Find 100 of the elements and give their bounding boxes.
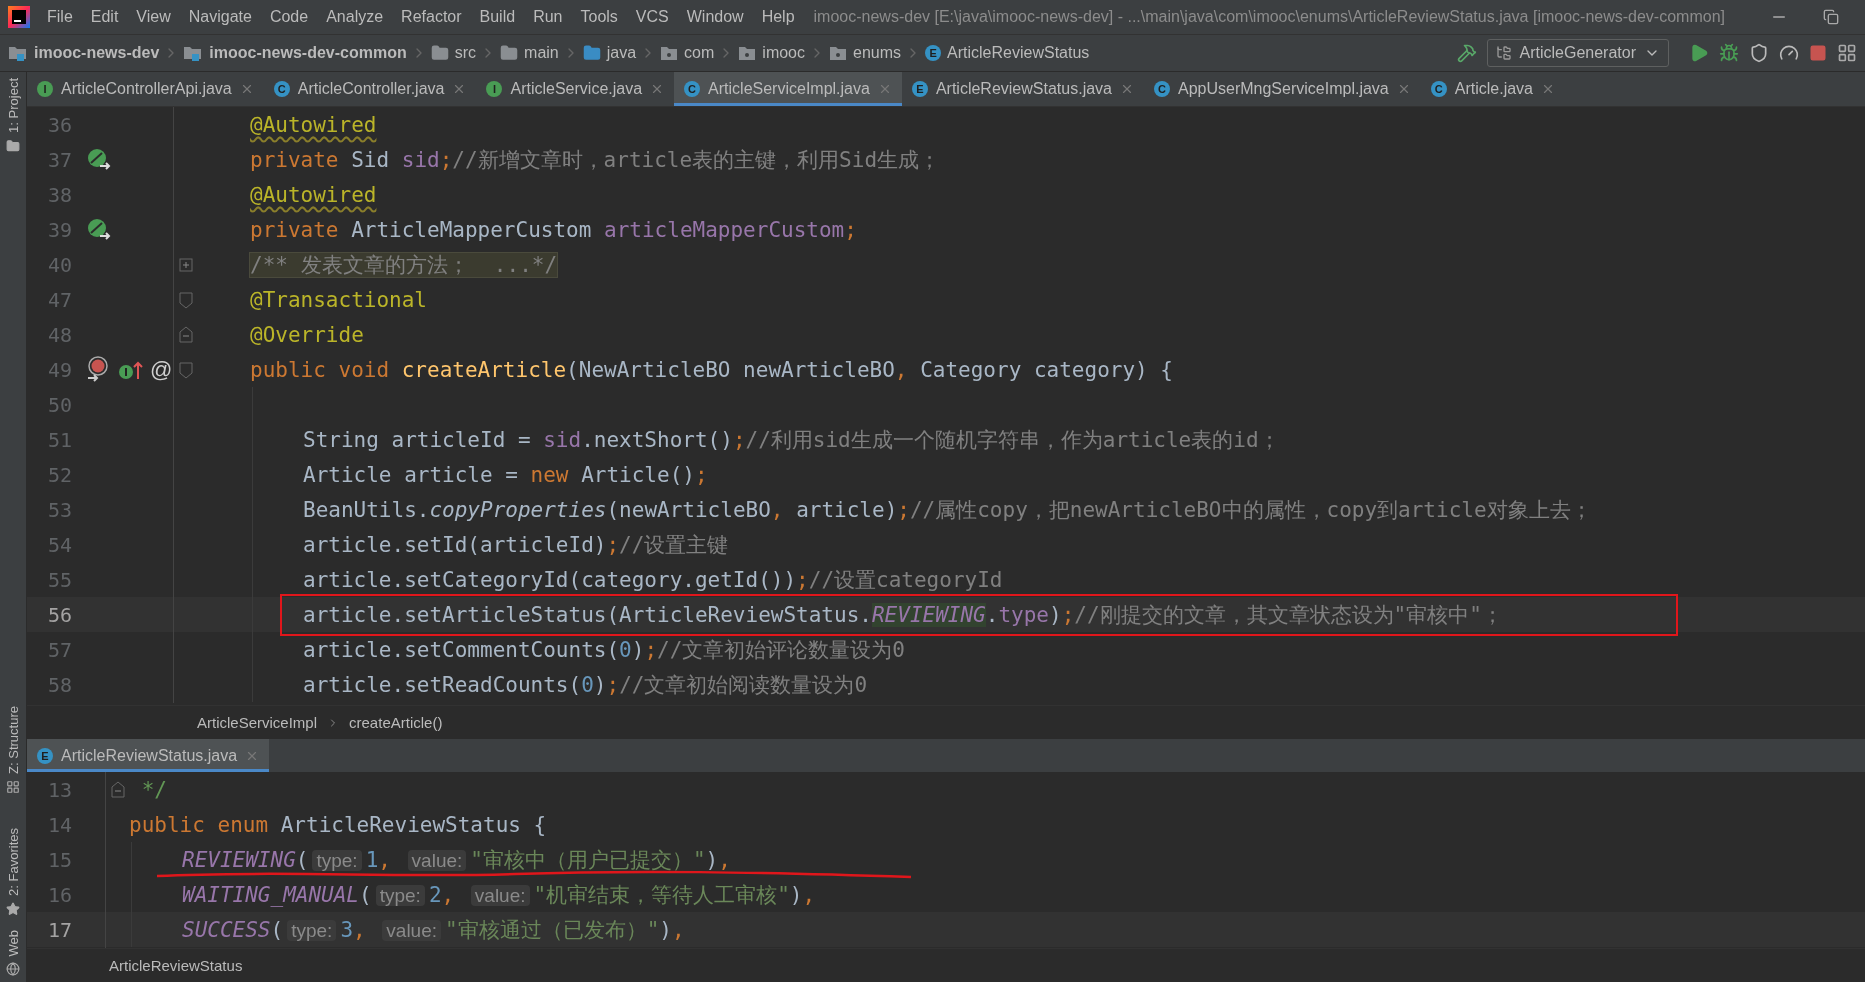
line-number: 53 [46,497,72,522]
line-number: 36 [46,112,72,137]
menu-item[interactable]: Help [752,4,804,30]
file-type-badge: I [37,81,53,97]
source-folder-icon [582,44,601,62]
code-line: public void createArticle(NewArticleBO newArticleBO, Category category) { [250,357,1173,382]
fold-marker-icon[interactable] [177,290,194,309]
code-line: @Transactional [250,287,427,312]
line-number: 37 [46,147,72,172]
menu-item[interactable]: Navigate [179,4,261,30]
fold-marker-icon[interactable] [109,780,126,799]
shield-icon[interactable] [1749,43,1769,63]
code-line: */ [140,777,167,802]
annotation-symbol[interactable]: @ [150,356,173,383]
package-icon [829,45,847,61]
code-line: article.setArticleStatus(ArticleReviewStatus.REVIEWING.type);//刚提交的文章，其文章状态设为"审核中"； [303,601,1503,629]
line-number: 16 [46,882,72,907]
path-crumb[interactable]: com [660,44,715,62]
menu-item[interactable]: Tools [571,4,627,30]
tool-window-button[interactable]: 2: Favorites [5,827,21,916]
run-config-label: ArticleGenerator [1519,44,1636,62]
debug-icon[interactable] [1719,43,1739,63]
structure-icon [6,779,20,794]
fold-marker-icon[interactable] [177,255,194,274]
fold-marker-icon[interactable] [177,360,194,379]
path-crumb[interactable]: java [582,44,637,62]
path-crumb[interactable]: src [430,44,477,62]
bean-icon[interactable] [86,217,112,242]
package-icon [738,45,757,61]
menu-item[interactable]: Window [677,4,753,30]
editor-tab[interactable]: C ArticleController.java [263,72,477,106]
close-icon[interactable] [1120,82,1134,96]
run-icon[interactable] [1689,43,1709,63]
line-number: 49 [46,357,72,382]
file-type-badge: C [684,81,701,97]
package-icon [660,45,679,61]
menu-item[interactable]: Build [470,4,525,30]
code-line: article.setCommentCounts(0);//文章初始评论数量设为0 [303,636,905,664]
code-line: String articleId = sid.nextShort();//利用sid生成一个随机字符串，作为article表的id； [303,426,1280,454]
editor-tab[interactable]: C AppUserMngServiceImpl.java [1144,72,1421,106]
gauge-icon[interactable] [1779,43,1799,63]
path-crumb-label[interactable]: com [684,44,715,62]
line-number: 15 [46,847,72,872]
breadcrumb-item[interactable]: ArticleReviewStatus [109,957,243,974]
close-icon[interactable] [1541,82,1555,96]
line-number: 48 [46,322,72,347]
code-line: public enum ArticleReviewStatus { [129,812,547,837]
path-crumb-label[interactable]: src [454,44,477,62]
path-crumb-label[interactable]: java [606,44,637,62]
star-icon [6,901,20,916]
code-line: @Override [250,322,364,347]
line-number: 13 [46,777,72,802]
editor-tab[interactable]: I ArticleControllerApi.java [27,72,264,106]
menu-item[interactable]: Refactor [392,4,471,30]
line-number: 39 [46,217,72,242]
stop-icon[interactable] [1809,44,1827,62]
tool-window-button[interactable]: 1: Project [5,78,21,153]
path-crumb-label[interactable]: enums [853,44,902,62]
path-crumb[interactable]: main [500,44,559,62]
menu-item[interactable]: Analyze [317,4,393,30]
editor-tab[interactable]: C Article.java [1420,72,1565,106]
hammer-icon[interactable] [1456,43,1477,63]
tool-window-button[interactable]: Z: Structure [5,705,21,794]
path-crumb-label[interactable]: imooc [762,44,805,62]
fold-marker-icon[interactable] [177,325,194,344]
breadcrumb-item[interactable]: ArticleServiceImpl [197,714,318,731]
project-structure-icon[interactable] [1837,43,1857,63]
bean-icon[interactable] [86,147,112,172]
line-number: 58 [46,672,72,697]
line-number: 50 [46,392,72,417]
path-crumb-label[interactable]: imooc-news-dev [34,44,160,62]
path-crumb[interactable]: enums [829,44,902,62]
path-crumb[interactable]: imooc [738,44,805,62]
globe-icon [6,962,20,976]
editor-tab[interactable]: I ArticleService.java [476,72,675,106]
file-type-badge: I [486,81,503,97]
module-folder-icon [183,44,204,62]
file-type-badge: C [273,81,290,97]
breadcrumb-item[interactable]: createArticle() [349,714,443,731]
path-crumb[interactable]: imooc-news-dev [8,44,160,62]
menu-item[interactable]: View [127,4,180,30]
menu-item[interactable]: Edit [81,4,128,30]
path-crumb-label[interactable]: ArticleReviewStatus [947,44,1090,62]
path-crumb[interactable]: E ArticleReviewStatus [925,44,1090,62]
line-number: 38 [46,182,72,207]
tool-window-button[interactable]: Web [5,929,21,976]
line-number: 55 [46,567,72,592]
path-crumb-label[interactable]: main [524,44,559,62]
file-type-badge: C [1154,81,1170,97]
editor-tab[interactable]: C ArticleServiceImpl.java [674,72,902,106]
line-number: 14 [46,812,72,837]
run-config-dropdown[interactable]: ArticleGenerator [1486,39,1669,67]
menu-item[interactable]: Run [524,4,572,30]
editor-tab[interactable]: E ArticleReviewStatus.java [27,739,270,772]
menu-item[interactable]: Code [260,4,318,30]
menu-item[interactable]: VCS [626,4,678,30]
editor-tab[interactable]: E ArticleReviewStatus.java [901,72,1144,106]
menu-item[interactable]: File [38,4,82,30]
code-line: @Autowired [250,182,377,207]
line-number: 17 [46,917,72,942]
